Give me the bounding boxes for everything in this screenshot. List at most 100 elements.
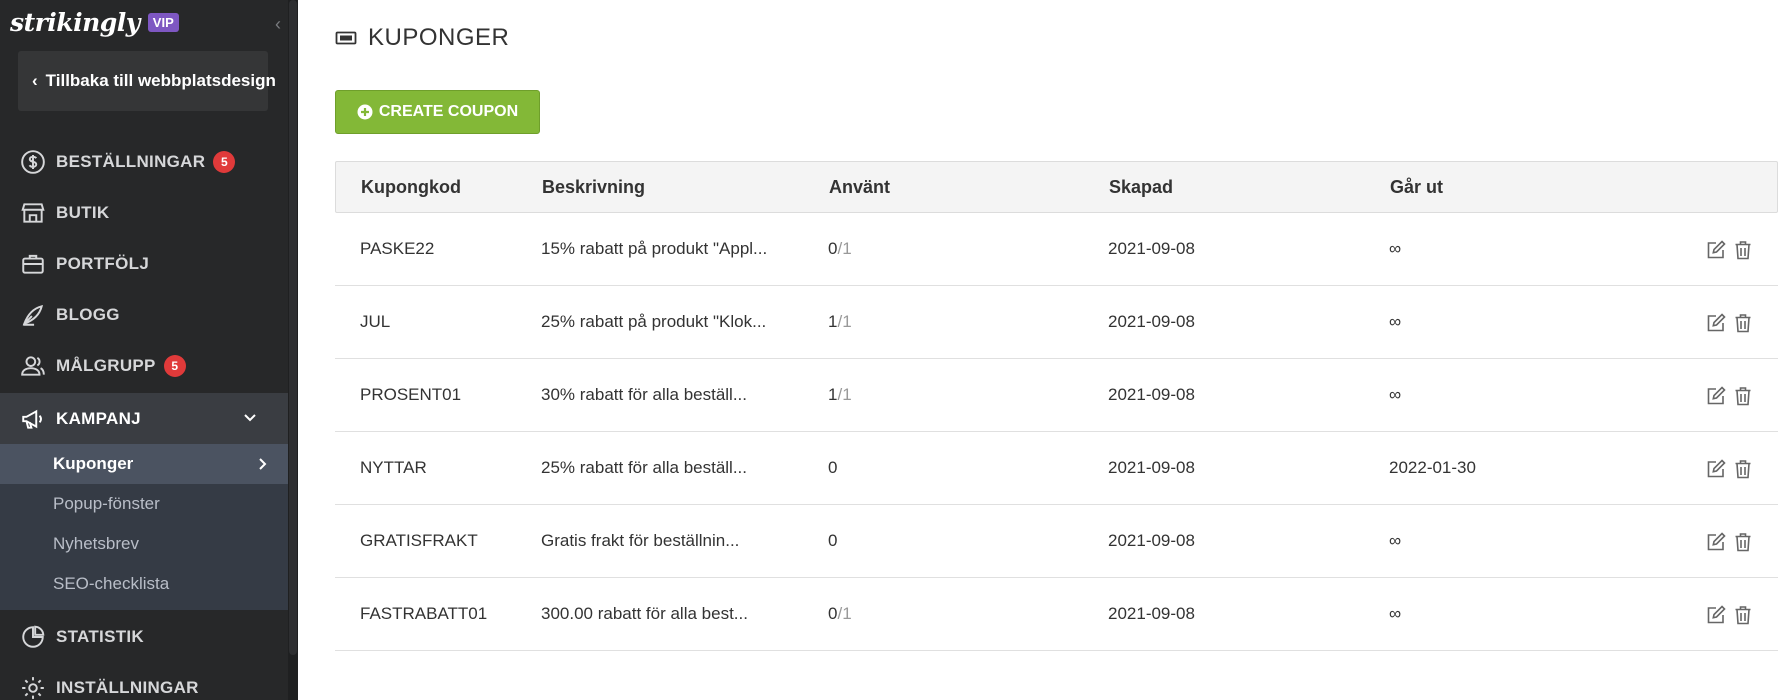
- chevron-down-icon: [244, 414, 256, 422]
- coupon-description: 300.00 rabatt för alla best...: [541, 604, 748, 623]
- coupon-expiry: ∞: [1389, 531, 1402, 550]
- coupon-expiry: ∞: [1389, 604, 1402, 623]
- coupons-table: Kupongkod Beskrivning Använt Skapad Går …: [335, 161, 1778, 651]
- plus-circle-icon: [357, 104, 373, 120]
- edit-icon[interactable]: [1705, 312, 1727, 334]
- usage-limit: /1: [837, 385, 852, 404]
- trash-icon[interactable]: [1732, 458, 1754, 480]
- subnav-item-label: Nyhetsbrev: [53, 534, 139, 553]
- trash-icon[interactable]: [1732, 239, 1754, 261]
- coupon-created-date: 2021-09-08: [1108, 239, 1195, 258]
- coupon-used: 0/1: [828, 213, 852, 285]
- row-actions: [1700, 531, 1754, 553]
- sidebar-item-label: PORTFÖLJ: [56, 253, 150, 273]
- sidebar-item-settings[interactable]: INSTÄLLNINGAR: [0, 662, 288, 700]
- coupon-used: 1/1: [828, 286, 852, 358]
- column-header-used: Använt: [829, 177, 891, 197]
- sidebar-item-label: STATISTIK: [56, 626, 145, 646]
- users-icon: [21, 355, 45, 376]
- row-actions: [1700, 604, 1754, 626]
- coupon-used: 1/1: [828, 359, 852, 431]
- subnav-item-popups[interactable]: Popup-fönster: [0, 484, 288, 524]
- coupon-used: 0/1: [828, 578, 852, 650]
- table-row: GRATISFRAKT Gratis frakt för beställnin.…: [335, 505, 1778, 578]
- table-row: PROSENT01 30% rabatt för alla beställ...…: [335, 359, 1778, 432]
- edit-icon[interactable]: [1705, 531, 1727, 553]
- coupon-description: 25% rabatt för alla beställ...: [541, 458, 748, 477]
- sidebar-item-orders[interactable]: BESTÄLLNINGAR 5: [0, 136, 288, 187]
- sidebar-item-label: BUTIK: [56, 202, 110, 222]
- sidebar-item-blog[interactable]: BLOGG: [0, 289, 288, 340]
- sidebar-scrollbar[interactable]: [288, 0, 298, 700]
- table-row: NYTTAR 25% rabatt för alla beställ... 0 …: [335, 432, 1778, 505]
- megaphone-icon: [22, 409, 42, 429]
- table-row: JUL 25% rabatt på produkt "Klok... 1/1 2…: [335, 286, 1778, 359]
- coupon-created-date: 2021-09-08: [1108, 458, 1195, 477]
- usage-limit: /1: [837, 604, 852, 623]
- trash-icon[interactable]: [1732, 531, 1754, 553]
- coupon-expiry: ∞: [1389, 312, 1402, 331]
- table-row: FASTRABATT01 300.00 rabatt för alla best…: [335, 578, 1778, 651]
- back-to-site-design-button[interactable]: ‹ Tillbaka till webbplatsdesign: [18, 51, 276, 111]
- used-count: 0: [828, 531, 838, 550]
- main-content: KUPONGER CREATE COUPON Kupongkod Beskriv…: [298, 0, 1791, 700]
- ticket-icon: [335, 31, 357, 45]
- edit-icon[interactable]: [1705, 239, 1727, 261]
- subnav-item-label: Popup-fönster: [53, 494, 160, 513]
- edit-icon[interactable]: [1705, 604, 1727, 626]
- sidebar-item-statistics[interactable]: STATISTIK: [0, 611, 288, 662]
- sidebar-item-label: MÅLGRUPP: [56, 355, 156, 375]
- page-title: KUPONGER: [335, 24, 509, 52]
- table-header: Kupongkod Beskrivning Använt Skapad Går …: [335, 161, 1778, 213]
- table-row: PASKE22 15% rabatt på produkt "Appl... 0…: [335, 213, 1778, 286]
- coupon-code: PASKE22: [360, 239, 435, 258]
- chevron-left-icon: ‹: [32, 71, 38, 90]
- sidebar-item-portfolio[interactable]: PORTFÖLJ: [0, 238, 288, 289]
- coupon-code: PROSENT01: [360, 385, 462, 404]
- sidebar-item-audience[interactable]: MÅLGRUPP 5: [0, 340, 288, 391]
- row-actions: [1700, 458, 1754, 480]
- coupon-code: NYTTAR: [360, 458, 427, 477]
- pie-chart-icon: [22, 625, 45, 648]
- coupon-expiry: 2022-01-30: [1389, 458, 1476, 477]
- coupon-description: Gratis frakt för beställnin...: [541, 531, 740, 550]
- collapse-sidebar-icon[interactable]: ‹: [275, 14, 281, 35]
- column-header-code: Kupongkod: [361, 177, 461, 197]
- coupon-description: 30% rabatt för alla beställ...: [541, 385, 748, 404]
- dollar-circle-icon: [21, 149, 45, 174]
- subnav-item-newsletter[interactable]: Nyhetsbrev: [0, 524, 288, 564]
- subnav-item-coupons[interactable]: Kuponger: [0, 444, 288, 484]
- column-header-description: Beskrivning: [542, 177, 646, 197]
- trash-icon[interactable]: [1732, 385, 1754, 407]
- coupon-created-date: 2021-09-08: [1108, 531, 1195, 550]
- logo-row: strikingly VIP: [10, 8, 179, 37]
- page-title-text: KUPONGER: [368, 24, 510, 51]
- row-actions: [1700, 312, 1754, 334]
- sidebar-item-campaign[interactable]: KAMPANJ: [0, 393, 288, 444]
- edit-icon[interactable]: [1705, 385, 1727, 407]
- usage-limit: /1: [837, 239, 852, 258]
- sidebar-item-store[interactable]: BUTIK: [0, 187, 288, 238]
- sidebar-scrollbar-thumb[interactable]: [289, 0, 297, 655]
- coupon-used: 0: [828, 505, 837, 577]
- used-count: 0: [828, 458, 838, 477]
- edit-icon[interactable]: [1705, 458, 1727, 480]
- coupon-code: GRATISFRAKT: [360, 531, 478, 550]
- subnav-item-seo-checklist[interactable]: SEO-checklista: [0, 564, 288, 604]
- store-icon: [21, 202, 45, 223]
- coupon-used: 0: [828, 432, 837, 504]
- row-actions: [1700, 385, 1754, 407]
- trash-icon[interactable]: [1732, 604, 1754, 626]
- create-coupon-button[interactable]: CREATE COUPON: [335, 90, 540, 134]
- trash-icon[interactable]: [1732, 312, 1754, 334]
- orders-count-badge: 5: [213, 150, 236, 173]
- sidebar-item-label: INSTÄLLNINGAR: [56, 677, 199, 697]
- vip-badge: VIP: [147, 12, 179, 32]
- coupon-created-date: 2021-09-08: [1108, 385, 1195, 404]
- coupon-description: 15% rabatt på produkt "Appl...: [541, 239, 768, 258]
- quill-pen-icon: [22, 304, 44, 326]
- campaign-subnav: Kuponger Popup-fönster Nyhetsbrev SEO-ch…: [0, 444, 288, 610]
- column-header-created: Skapad: [1109, 177, 1174, 197]
- sidebar-item-label: BLOGG: [56, 304, 120, 324]
- strikingly-logo[interactable]: strikingly: [10, 8, 140, 37]
